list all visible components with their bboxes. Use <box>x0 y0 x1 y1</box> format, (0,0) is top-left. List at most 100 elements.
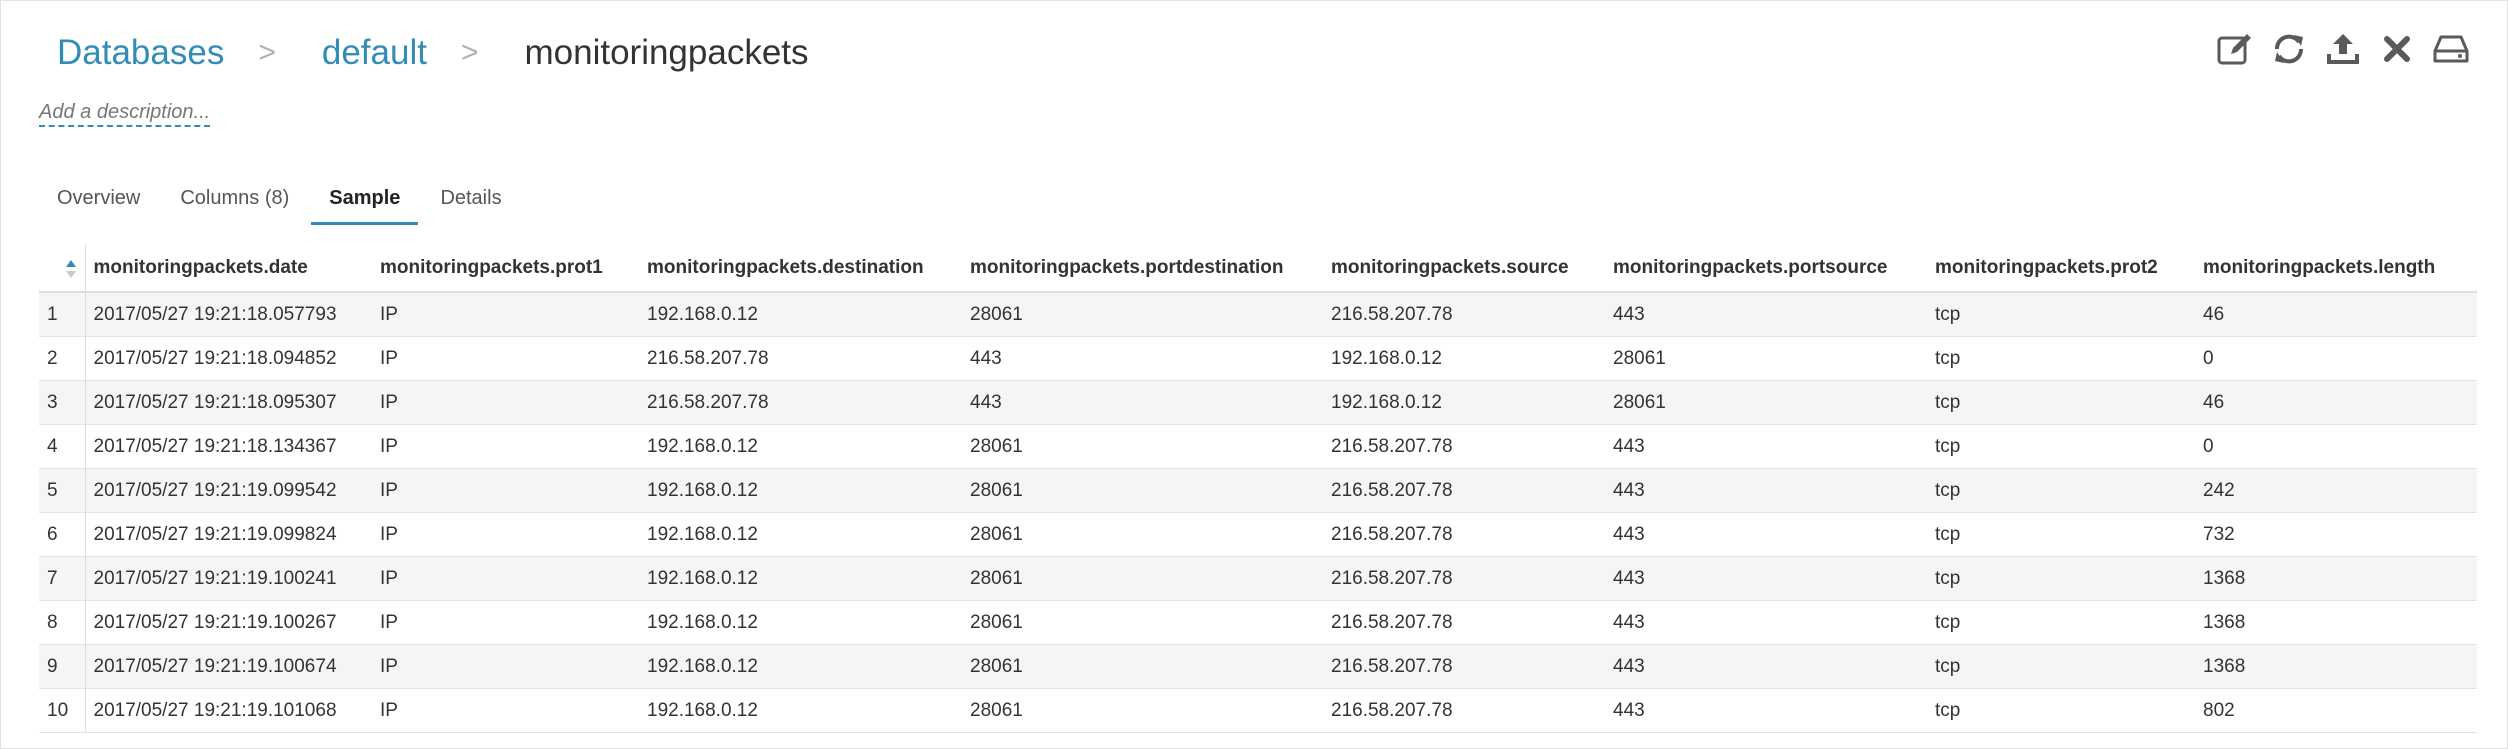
table-cell: 2017/05/27 19:21:19.100674 <box>85 644 372 689</box>
table-cell: 443 <box>1605 688 1927 733</box>
table-cell: 0 <box>2195 424 2477 469</box>
table-row: 9 2017/05/27 19:21:19.100674 IP 192.168.… <box>39 644 2477 689</box>
table-cell: tcp <box>1927 292 2195 337</box>
table-cell: 443 <box>1605 644 1927 689</box>
table-row: 2 2017/05/27 19:21:18.094852 IP 216.58.2… <box>39 336 2477 381</box>
breadcrumb: Databases > default > monitoringpackets <box>57 25 809 81</box>
table-cell: 443 <box>1605 600 1927 645</box>
table-row: 3 2017/05/27 19:21:18.095307 IP 216.58.2… <box>39 380 2477 425</box>
table-cell: 2017/05/27 19:21:18.134367 <box>85 424 372 469</box>
table-cell: 216.58.207.78 <box>1323 468 1605 513</box>
table-cell: 28061 <box>962 600 1323 645</box>
refresh-icon[interactable] <box>2269 29 2309 69</box>
table-cell: 46 <box>2195 380 2477 425</box>
tab-overview[interactable]: Overview <box>39 177 158 225</box>
table-cell: 2017/05/27 19:21:19.101068 <box>85 688 372 733</box>
table-cell: 28061 <box>962 688 1323 733</box>
table-cell: 443 <box>962 380 1323 425</box>
table-cell: 192.168.0.12 <box>639 292 962 337</box>
table-cell: tcp <box>1927 644 2195 689</box>
table-cell: 1368 <box>2195 644 2477 689</box>
tab-columns[interactable]: Columns (8) <box>162 177 307 225</box>
table-cell: 1368 <box>2195 556 2477 601</box>
table-row: 1 2017/05/27 19:21:18.057793 IP 192.168.… <box>39 292 2477 337</box>
table-cell: 2017/05/27 19:21:19.099824 <box>85 512 372 557</box>
sample-table: monitoringpackets.date monitoringpackets… <box>39 245 2477 733</box>
sample-table-container: monitoringpackets.date monitoringpackets… <box>39 245 2477 733</box>
row-number: 6 <box>39 512 86 557</box>
table-cell: IP <box>372 688 639 733</box>
table-cell: 28061 <box>962 468 1323 513</box>
table-cell: 2017/05/27 19:21:18.094852 <box>85 336 372 381</box>
table-cell: 216.58.207.78 <box>1323 556 1605 601</box>
table-cell: 192.168.0.12 <box>1323 336 1605 381</box>
table-cell: 216.58.207.78 <box>1323 512 1605 557</box>
table-cell: 1368 <box>2195 600 2477 645</box>
table-cell: 192.168.0.12 <box>639 468 962 513</box>
table-cell: tcp <box>1927 688 2195 733</box>
row-number: 8 <box>39 600 86 645</box>
upload-icon[interactable] <box>2323 29 2363 69</box>
table-cell: 216.58.207.78 <box>639 380 962 425</box>
tab-sample[interactable]: Sample <box>311 177 419 225</box>
table-cell: 443 <box>1605 512 1927 557</box>
table-cell: 0 <box>2195 336 2477 381</box>
column-header[interactable]: monitoringpackets.portdestination <box>962 245 1323 293</box>
table-cell: IP <box>372 424 639 469</box>
column-header[interactable]: monitoringpackets.destination <box>639 245 962 293</box>
table-cell: 2017/05/27 19:21:18.095307 <box>85 380 372 425</box>
table-cell: 216.58.207.78 <box>1323 600 1605 645</box>
table-cell: 28061 <box>1605 336 1927 381</box>
toolbar <box>2201 29 2471 69</box>
edit-icon[interactable] <box>2215 29 2255 69</box>
table-cell: tcp <box>1927 336 2195 381</box>
table-cell: IP <box>372 292 639 337</box>
close-icon[interactable] <box>2377 29 2417 69</box>
table-cell: 242 <box>2195 468 2477 513</box>
table-row: 8 2017/05/27 19:21:19.100267 IP 192.168.… <box>39 600 2477 645</box>
column-header[interactable]: monitoringpackets.prot2 <box>1927 245 2195 293</box>
table-cell: 192.168.0.12 <box>639 644 962 689</box>
row-number: 2 <box>39 336 86 381</box>
table-cell: 443 <box>962 336 1323 381</box>
table-cell: 443 <box>1605 424 1927 469</box>
breadcrumb-database-link[interactable]: default <box>322 33 427 73</box>
column-header[interactable]: monitoringpackets.date <box>85 245 372 293</box>
breadcrumb-separator: > <box>258 36 276 69</box>
table-cell: IP <box>372 600 639 645</box>
table-cell: IP <box>372 336 639 381</box>
row-number: 9 <box>39 644 86 689</box>
column-header[interactable]: monitoringpackets.source <box>1323 245 1605 293</box>
table-cell: 443 <box>1605 292 1927 337</box>
tab-details[interactable]: Details <box>422 177 519 225</box>
breadcrumb-databases-link[interactable]: Databases <box>57 33 224 73</box>
table-cell: 2017/05/27 19:21:19.100267 <box>85 600 372 645</box>
table-cell: 192.168.0.12 <box>639 512 962 557</box>
row-number: 1 <box>39 292 86 337</box>
row-number: 5 <box>39 468 86 513</box>
storage-icon[interactable] <box>2431 29 2471 69</box>
column-header[interactable]: monitoringpackets.prot1 <box>372 245 639 293</box>
table-browser-page: Databases > default > monitoringpackets <box>0 0 2508 749</box>
table-cell: 732 <box>2195 512 2477 557</box>
table-cell: 216.58.207.78 <box>1323 688 1605 733</box>
table-cell: 192.168.0.12 <box>639 600 962 645</box>
tab-bar: Overview Columns (8) Sample Details <box>39 177 524 225</box>
table-cell: 802 <box>2195 688 2477 733</box>
row-number-header[interactable] <box>39 245 86 293</box>
table-cell: 216.58.207.78 <box>1323 644 1605 689</box>
table-row: 10 2017/05/27 19:21:19.101068 IP 192.168… <box>39 688 2477 733</box>
table-cell: tcp <box>1927 556 2195 601</box>
table-cell: 192.168.0.12 <box>639 556 962 601</box>
breadcrumb-separator: > <box>460 36 479 69</box>
row-number: 4 <box>39 424 86 469</box>
column-header[interactable]: monitoringpackets.portsource <box>1605 245 1927 293</box>
add-description-link[interactable]: Add a description... <box>39 101 211 127</box>
page-title: monitoringpackets <box>524 33 809 72</box>
column-header[interactable]: monitoringpackets.length <box>2195 245 2477 293</box>
table-cell: 192.168.0.12 <box>639 424 962 469</box>
table-cell: 443 <box>1605 556 1927 601</box>
table-row: 6 2017/05/27 19:21:19.099824 IP 192.168.… <box>39 512 2477 557</box>
sort-icon[interactable] <box>65 259 77 279</box>
table-cell: IP <box>372 644 639 689</box>
